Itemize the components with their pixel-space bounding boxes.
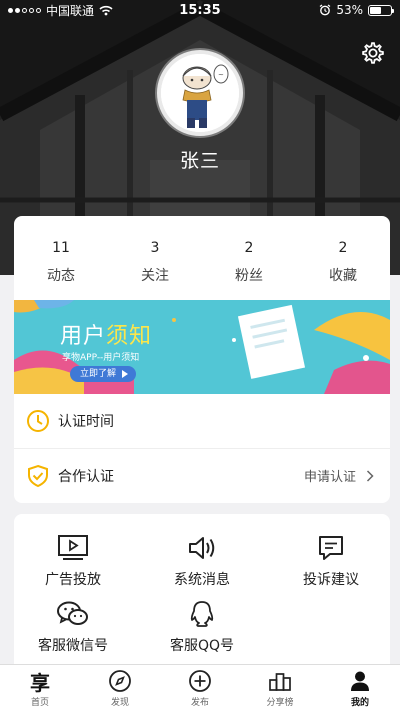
speaker-icon [189, 537, 215, 559]
clock-icon [27, 410, 49, 432]
service-wechat-label: 客服微信号 [38, 638, 108, 654]
service-wechat-item[interactable]: 客服微信号 [18, 600, 128, 655]
battery-icon [368, 4, 394, 16]
stat-count: 3 [150, 240, 160, 256]
svg-text:~: ~ [218, 71, 224, 79]
status-bar: 中国联通 15:35 53% [0, 0, 400, 20]
cert-time-row[interactable]: 认证时间 [14, 394, 390, 448]
compass-icon [109, 670, 131, 692]
battery-percent: 53% [336, 3, 363, 17]
stat-count: 2 [338, 240, 348, 256]
ad-placement-label: 广告投放 [45, 572, 101, 588]
clock: 15:35 [179, 2, 221, 18]
stat-following[interactable]: 3 关注 [108, 216, 202, 300]
complaints-item[interactable]: 投诉建议 [276, 534, 386, 589]
tv-play-icon [58, 535, 88, 560]
tab-label: 发现 [110, 698, 129, 708]
stat-followers[interactable]: 2 粉丝 [202, 216, 296, 300]
username: 张三 [179, 150, 220, 172]
complaints-label: 投诉建议 [303, 572, 359, 588]
services-card: 广告投放 系统消息 投诉建议 客服微信号 客服QQ号 [14, 514, 390, 664]
signal-icon [8, 7, 41, 13]
apply-cert-link[interactable]: 申请认证 [304, 466, 374, 485]
avatar[interactable]: ~ [157, 50, 243, 136]
ad-placement-item[interactable]: 广告投放 [18, 534, 128, 589]
tab-share-ranking[interactable]: 分享榜 [240, 665, 320, 710]
banner-title: 用户须知 [60, 324, 153, 349]
service-qq-label: 客服QQ号 [169, 638, 235, 654]
system-messages-label: 系统消息 [174, 572, 230, 588]
cert-time-label: 认证时间 [58, 414, 114, 430]
learn-more-button[interactable]: 立即了解 [70, 366, 136, 382]
stat-label: 收藏 [329, 268, 357, 284]
stat-label: 关注 [141, 268, 169, 284]
tab-label: 首页 [30, 698, 49, 708]
tab-label: 我的 [350, 698, 369, 708]
coop-cert-row[interactable]: 合作认证 申请认证 [14, 448, 390, 502]
stat-favorites[interactable]: 2 收藏 [296, 216, 390, 300]
user-notice-banner[interactable]: 用户须知 享物APP--用户须知 立即了解 [14, 300, 390, 394]
stat-count: 11 [52, 240, 70, 256]
person-icon [351, 671, 369, 691]
coop-cert-label: 合作认证 [58, 468, 114, 485]
alarm-icon [319, 4, 331, 16]
tab-mine[interactable]: 我的 [320, 665, 400, 710]
xiang-logo-icon: 享 [30, 670, 50, 695]
system-messages-item[interactable]: 系统消息 [147, 534, 257, 589]
stat-count: 2 [244, 240, 254, 256]
wechat-icon [57, 601, 88, 625]
podium-icon [269, 673, 291, 691]
tab-publish[interactable]: 发布 [160, 665, 240, 710]
tab-label: 发布 [190, 698, 209, 708]
carrier-name: 中国联通 [46, 3, 95, 18]
stats-row: 11 动态 3 关注 2 粉丝 2 收藏 [14, 216, 390, 300]
message-icon [319, 536, 343, 560]
wifi-icon [99, 5, 113, 15]
settings-gear-icon[interactable] [360, 40, 386, 66]
banner-subtitle: 享物APP--用户须知 [62, 353, 140, 363]
plus-circle-icon [189, 670, 211, 692]
tab-discover[interactable]: 发现 [80, 665, 160, 710]
profile-card: 11 动态 3 关注 2 粉丝 2 收藏 用户须知 享物APP--用户须知 立即… [14, 216, 390, 503]
tab-home[interactable]: 享 首页 [0, 665, 80, 710]
service-qq-item[interactable]: 客服QQ号 [147, 600, 257, 655]
cartoon-avatar-image: ~ [161, 54, 239, 132]
qq-icon [190, 601, 214, 627]
stat-label: 粉丝 [235, 268, 263, 284]
bottom-tab-bar: 享 首页 发现 发布 分享榜 我的 [0, 664, 400, 710]
stat-label: 动态 [47, 268, 75, 284]
play-triangle-icon [122, 370, 128, 378]
tab-label: 分享榜 [266, 698, 294, 708]
stat-posts[interactable]: 11 动态 [14, 216, 108, 300]
shield-check-icon [28, 464, 48, 487]
chevron-right-icon [366, 469, 374, 482]
